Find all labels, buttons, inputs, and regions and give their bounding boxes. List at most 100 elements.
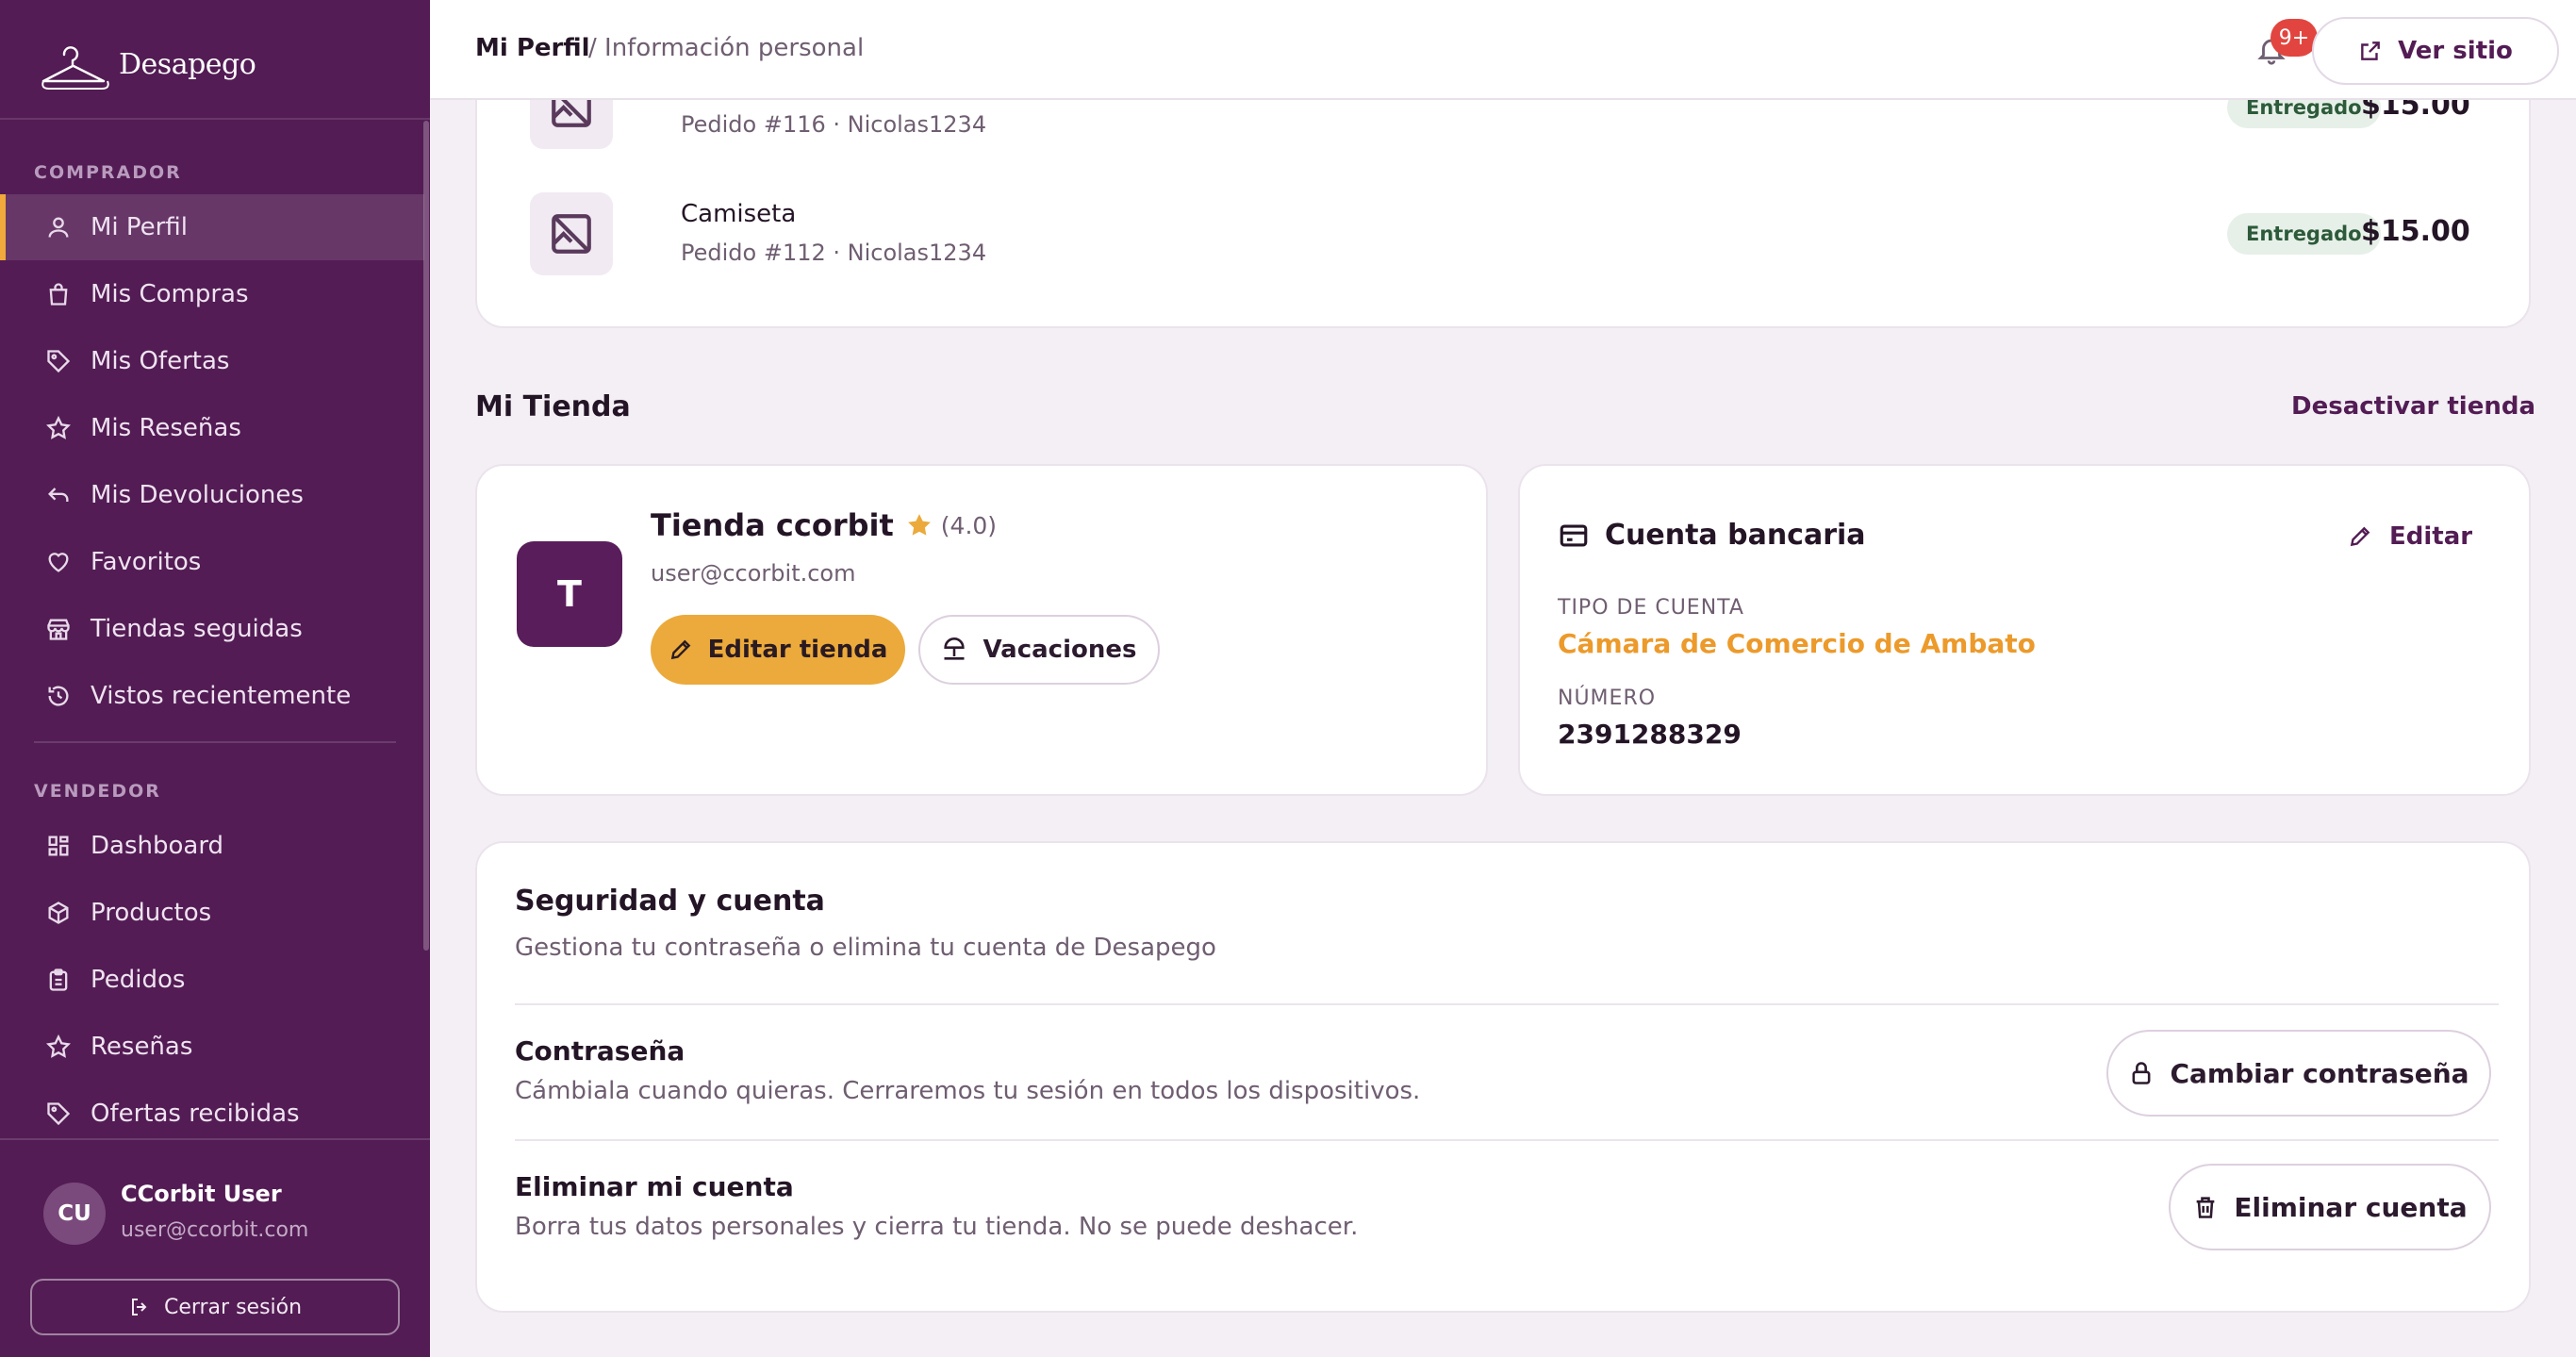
sidebar-item-label: Mis Compras bbox=[91, 280, 249, 308]
sidebar-item-label: Tiendas seguidas bbox=[91, 615, 303, 643]
sidebar-item-label: Productos bbox=[91, 899, 212, 927]
vacation-button[interactable]: Vacaciones bbox=[918, 615, 1160, 685]
sidebar-item-label: Pedidos bbox=[91, 966, 186, 994]
tag-icon bbox=[45, 1100, 72, 1127]
account-number-label: NÚMERO bbox=[1558, 687, 1657, 710]
store-name-row: Tienda ccorbit (4.0) bbox=[651, 507, 997, 543]
breadcrumb-sub: / Información personal bbox=[588, 34, 865, 62]
view-site-button[interactable]: Ver sitio bbox=[2312, 17, 2559, 85]
sidebar-item-label: Dashboard bbox=[91, 832, 224, 860]
credit-card-icon bbox=[1560, 524, 1588, 546]
trash-icon bbox=[2197, 1197, 2215, 1218]
avatar[interactable]: CU bbox=[43, 1183, 106, 1245]
product-thumbnail[interactable] bbox=[530, 192, 613, 275]
history-icon bbox=[45, 683, 72, 709]
notifications-badge: 9+ bbox=[2271, 19, 2318, 57]
order-meta: Pedido #116 · Nicolas1234 bbox=[681, 111, 987, 138]
star-icon bbox=[45, 1034, 72, 1060]
sidebar: Desapego COMPRADOR Mi Perfil Mis Compras… bbox=[0, 0, 430, 1357]
security-subtitle: Gestiona tu contraseña o elimina tu cuen… bbox=[515, 934, 1216, 962]
divider bbox=[515, 1003, 2499, 1005]
store-rating: (4.0) bbox=[940, 511, 998, 539]
divider bbox=[34, 741, 396, 743]
bank-account-card: Cuenta bancaria Editar TIPO DE CUENTA Cá… bbox=[1518, 464, 2531, 796]
bank-title-row: Cuenta bancaria bbox=[1558, 519, 1866, 552]
edit-store-label: Editar tienda bbox=[707, 636, 888, 664]
account-number-value: 2391288329 bbox=[1558, 719, 1742, 750]
brand-logo[interactable]: Desapego bbox=[36, 34, 256, 94]
sidebar-item-mis-compras[interactable]: Mis Compras bbox=[0, 261, 424, 327]
security-title: Seguridad y cuenta bbox=[515, 885, 825, 918]
tag-icon bbox=[45, 348, 72, 374]
security-card: Seguridad y cuenta Gestiona tu contraseñ… bbox=[475, 841, 2531, 1313]
dashboard-icon bbox=[45, 833, 72, 859]
bank-title: Cuenta bancaria bbox=[1605, 519, 1866, 552]
sidebar-item-label: Mi Perfil bbox=[91, 213, 188, 241]
divider bbox=[515, 1139, 2499, 1141]
sidebar-item-pedidos[interactable]: Pedidos bbox=[0, 947, 424, 1013]
user-name: CCorbit User bbox=[121, 1181, 282, 1207]
brand-name: Desapego bbox=[119, 47, 256, 81]
sidebar-item-label: Mis Reseñas bbox=[91, 414, 241, 442]
sidebar-item-ofertas-recibidas[interactable]: Ofertas recibidas bbox=[0, 1081, 424, 1147]
sidebar-item-label: Favoritos bbox=[91, 548, 202, 576]
vacation-label: Vacaciones bbox=[983, 636, 1137, 664]
sidebar-item-label: Mis Devoluciones bbox=[91, 481, 304, 509]
sidebar-item-label: Mis Ofertas bbox=[91, 347, 230, 375]
edit-bank-label: Editar bbox=[2389, 522, 2473, 551]
delete-account-button[interactable]: Eliminar cuenta bbox=[2169, 1164, 2491, 1250]
divider bbox=[0, 118, 430, 120]
change-password-label: Cambiar contraseña bbox=[2170, 1057, 2469, 1089]
buyer-section-label: COMPRADOR bbox=[34, 162, 182, 183]
delete-account-title: Eliminar mi cuenta bbox=[515, 1171, 794, 1202]
sidebar-item-mi-perfil[interactable]: Mi Perfil bbox=[0, 194, 424, 260]
sidebar-item-tiendas-seguidas[interactable]: Tiendas seguidas bbox=[0, 596, 424, 662]
edit-store-button[interactable]: Editar tienda bbox=[651, 615, 905, 685]
logout-icon bbox=[131, 1299, 147, 1316]
sidebar-item-label: Ofertas recibidas bbox=[91, 1100, 300, 1128]
sidebar-item-mis-ofertas[interactable]: Mis Ofertas bbox=[0, 328, 424, 394]
topbar: Mi Perfil / Información personal 9+ Ver … bbox=[430, 0, 2576, 100]
sidebar-item-productos[interactable]: Productos bbox=[0, 880, 424, 946]
external-link-icon bbox=[2361, 41, 2380, 60]
heart-icon bbox=[45, 549, 72, 575]
sidebar-item-dashboard[interactable]: Dashboard bbox=[0, 813, 424, 879]
sidebar-item-label: Vistos recientemente bbox=[91, 682, 352, 710]
pencil-icon bbox=[2350, 526, 2370, 547]
box-icon bbox=[45, 900, 72, 926]
store-avatar: T bbox=[517, 541, 622, 647]
order-product-name[interactable]: Camiseta bbox=[681, 200, 796, 228]
seller-section-label: VENDEDOR bbox=[34, 781, 161, 802]
account-type-label: TIPO DE CUENTA bbox=[1558, 596, 1744, 620]
hanger-icon bbox=[41, 46, 109, 90]
user-icon bbox=[45, 214, 72, 240]
star-icon bbox=[907, 514, 931, 536]
beach-umbrella-icon bbox=[944, 637, 966, 660]
password-subtitle: Cámbiala cuando quieras. Cerraremos tu s… bbox=[515, 1077, 1421, 1105]
sidebar-item-mis-devoluciones[interactable]: Mis Devoluciones bbox=[0, 462, 424, 528]
edit-bank-button[interactable]: Editar bbox=[2348, 522, 2472, 551]
sidebar-item-label: Reseñas bbox=[91, 1033, 193, 1061]
image-placeholder-icon bbox=[552, 214, 591, 254]
logout-label: Cerrar sesión bbox=[163, 1295, 303, 1319]
breadcrumb-current[interactable]: Mi Perfil bbox=[475, 34, 590, 62]
bag-icon bbox=[45, 281, 72, 307]
sidebar-item-vistos-recientemente[interactable]: Vistos recientemente bbox=[0, 663, 424, 729]
sidebar-item-resenas[interactable]: Reseñas bbox=[0, 1014, 424, 1080]
logout-button[interactable]: Cerrar sesión bbox=[30, 1279, 400, 1335]
store-section-title: Mi Tienda bbox=[475, 390, 631, 423]
view-site-label: Ver sitio bbox=[2398, 37, 2513, 65]
sidebar-item-favoritos[interactable]: Favoritos bbox=[0, 529, 424, 595]
delete-account-subtitle: Borra tus datos personales y cierra tu t… bbox=[515, 1213, 1359, 1241]
star-icon bbox=[45, 415, 72, 441]
store-email: user@ccorbit.com bbox=[651, 560, 856, 587]
delete-account-label: Eliminar cuenta bbox=[2234, 1191, 2468, 1223]
clipboard-icon bbox=[45, 967, 72, 993]
sidebar-item-mis-resenas[interactable]: Mis Reseñas bbox=[0, 395, 424, 461]
lock-icon bbox=[2133, 1062, 2151, 1084]
store-name: Tienda ccorbit bbox=[651, 507, 894, 543]
sidebar-scrollbar[interactable] bbox=[423, 121, 429, 951]
deactivate-store-link[interactable]: Desactivar tienda bbox=[2291, 392, 2535, 421]
store-icon bbox=[45, 616, 72, 642]
change-password-button[interactable]: Cambiar contraseña bbox=[2106, 1030, 2491, 1117]
